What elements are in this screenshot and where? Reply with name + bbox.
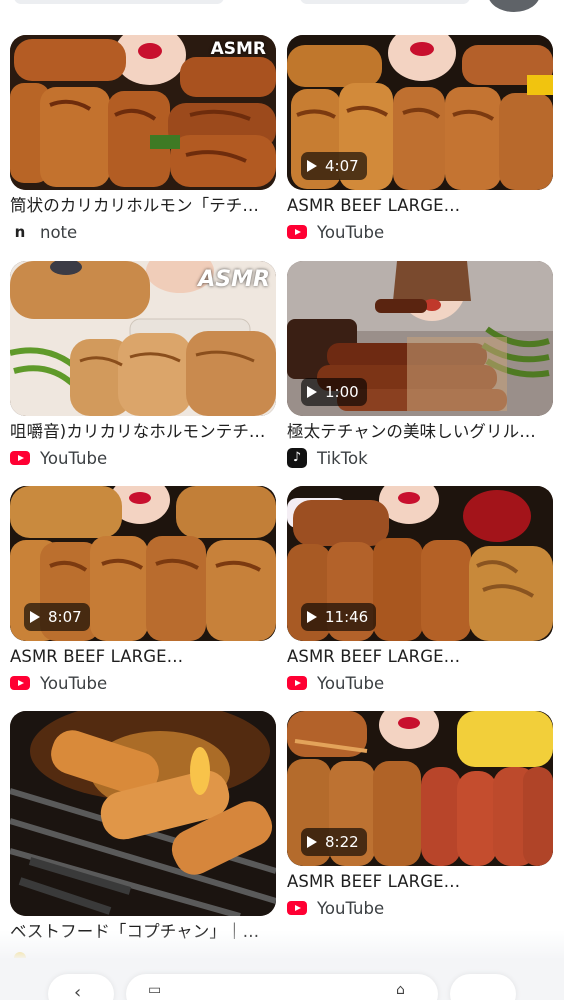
asmr-watermark: ASMR — [198, 267, 270, 292]
result-thumbnail[interactable]: 8:22 — [287, 711, 553, 866]
result-source[interactable]: YouTube — [287, 671, 553, 695]
source-name: YouTube — [317, 222, 385, 242]
play-icon — [307, 836, 317, 848]
floating-action-button[interactable] — [488, 0, 540, 12]
video-duration-badge: 1:00 — [301, 378, 367, 406]
grilled-intestine-image — [10, 711, 276, 916]
duration-text: 8:07 — [48, 608, 82, 626]
video-duration-badge: 8:07 — [24, 603, 90, 631]
chevron-left-icon: ‹ — [74, 982, 82, 1000]
previous-row-fragment — [0, 0, 564, 14]
duration-text: 1:00 — [325, 383, 359, 401]
result-source[interactable]: YouTube — [287, 220, 553, 244]
source-name: TikTok — [317, 448, 368, 468]
image-result-card[interactable]: 11:46 ASMR BEEF LARGE… YouTube — [287, 486, 553, 695]
result-source[interactable]: YouTube — [10, 446, 276, 470]
result-title[interactable]: ASMR BEEF LARGE… — [287, 194, 553, 218]
image-result-card[interactable]: ASMR 咀嚼音)カリカリなホルモンテチ… YouTube — [10, 261, 276, 470]
result-thumbnail[interactable]: ASMR — [10, 261, 276, 416]
previous-result-fragment[interactable] — [300, 0, 470, 4]
result-thumbnail[interactable]: 11:46 — [287, 486, 553, 641]
previous-result-fragment[interactable] — [14, 0, 224, 4]
result-source[interactable]: YouTube — [10, 671, 276, 695]
source-name: YouTube — [317, 673, 385, 693]
result-source[interactable]: ♪ TikTok — [287, 446, 553, 470]
duration-text: 11:46 — [325, 608, 369, 626]
result-source[interactable]: YouTube — [287, 896, 553, 920]
scroll-fade — [0, 930, 564, 960]
play-icon — [307, 160, 317, 172]
play-icon — [30, 611, 40, 623]
image-result-card[interactable]: 4:07 ASMR BEEF LARGE… YouTube — [287, 35, 553, 244]
menu-button[interactable] — [450, 974, 516, 1000]
asmr-watermark: ASMR — [210, 39, 266, 59]
image-result-card[interactable]: 8:22 ASMR BEEF LARGE… YouTube — [287, 711, 553, 920]
result-title[interactable]: 筒状のカリカリホルモン「テチ… — [10, 194, 276, 218]
tab-icon: ▭ — [148, 982, 162, 998]
result-thumbnail[interactable]: 4:07 — [287, 35, 553, 190]
video-duration-badge: 11:46 — [301, 603, 377, 631]
youtube-icon — [10, 451, 30, 465]
image-result-card[interactable]: 1:00 極太テチャンの美味しいグリル… ♪ TikTok — [287, 261, 553, 470]
result-title[interactable]: 極太テチャンの美味しいグリル… — [287, 420, 553, 444]
result-source[interactable]: n note — [10, 220, 276, 244]
result-title[interactable]: 咀嚼音)カリカリなホルモンテチ… — [10, 420, 276, 444]
result-title[interactable]: ASMR BEEF LARGE… — [287, 870, 553, 894]
source-name: YouTube — [317, 898, 385, 918]
image-result-card[interactable]: 8:07 ASMR BEEF LARGE… YouTube — [10, 486, 276, 695]
result-thumbnail[interactable]: 1:00 — [287, 261, 553, 416]
tiktok-icon: ♪ — [287, 448, 307, 468]
duration-text: 4:07 — [325, 157, 359, 175]
video-duration-badge: 4:07 — [301, 152, 367, 180]
result-thumbnail[interactable] — [10, 711, 276, 916]
source-name: YouTube — [40, 448, 108, 468]
youtube-icon — [287, 225, 307, 239]
video-duration-badge: 8:22 — [301, 828, 367, 856]
result-title[interactable]: ASMR BEEF LARGE… — [10, 645, 276, 669]
play-icon — [307, 611, 317, 623]
youtube-icon — [287, 901, 307, 915]
back-button[interactable]: ‹ — [48, 974, 114, 1000]
duration-text: 8:22 — [325, 833, 359, 851]
result-thumbnail[interactable]: 8:07 — [10, 486, 276, 641]
youtube-icon — [10, 676, 30, 690]
source-name: YouTube — [40, 673, 108, 693]
result-thumbnail[interactable]: ASMR — [10, 35, 276, 190]
image-result-card[interactable]: ASMR 筒状のカリカリホルモン「テチ… n note — [10, 35, 276, 244]
youtube-icon — [287, 676, 307, 690]
result-title[interactable]: ASMR BEEF LARGE… — [287, 645, 553, 669]
play-icon — [307, 386, 317, 398]
source-name: note — [40, 222, 78, 242]
address-bar[interactable]: ▭ ⌂ — [126, 974, 438, 1000]
share-icon: ⌂ — [396, 982, 405, 998]
note-icon: n — [14, 223, 26, 241]
